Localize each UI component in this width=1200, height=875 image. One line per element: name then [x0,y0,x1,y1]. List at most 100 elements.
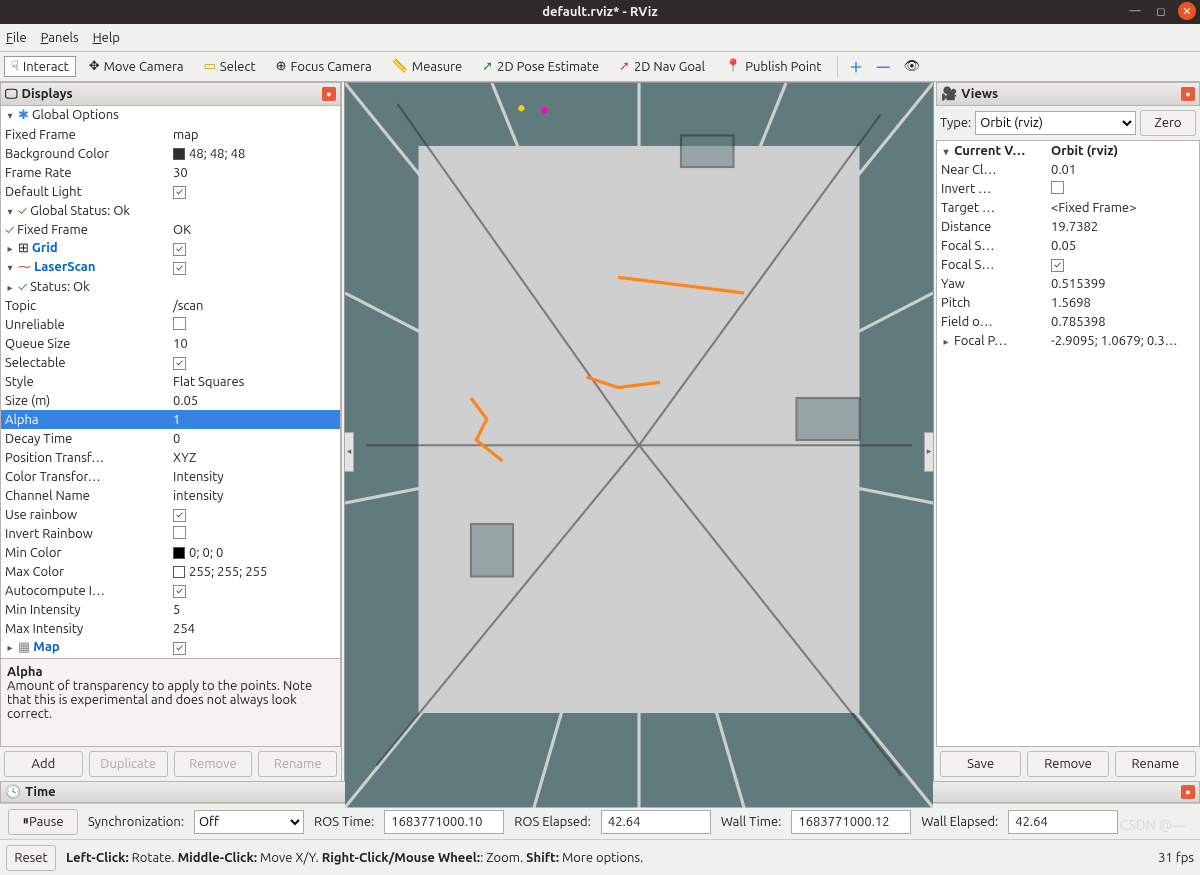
pointer-icon: ☟ [11,59,19,74]
size[interactable]: Size (m) [1,394,171,408]
views-tree[interactable]: ▾ Current V…Orbit (rviz) Near Cl…0.01 In… [936,140,1200,747]
displays-tree[interactable]: ▾ ✱ Global Options Fixed Framemap Backgr… [0,106,341,659]
window-titlebar: default.rviz* - RViz — ◻ ✕ [0,0,1200,24]
toolbar: ☟Interact ✥Move Camera ▭Select ⊕Focus Ca… [0,52,1200,82]
use-rainbow[interactable]: Use rainbow [1,508,171,522]
ros-elapsed-field[interactable]: 42.64 [601,810,711,834]
camera-icon: 🎥 [941,87,957,102]
checkbox[interactable] [173,262,186,275]
rename-button: Rename [258,751,337,777]
close-icon[interactable]: ● [1181,785,1195,799]
queue-size[interactable]: Queue Size [1,337,171,351]
autocompute[interactable]: Autocompute I… [1,584,171,598]
global-status[interactable]: Global Status: Ok [30,204,130,218]
max-color[interactable]: Max Color [1,565,171,579]
map-display[interactable]: Map [33,640,59,654]
menu-panels[interactable]: Panels [41,31,79,45]
focus-camera-button[interactable]: ⊕Focus Camera [269,56,379,77]
reset-button[interactable]: Reset [6,845,56,871]
select-button[interactable]: ▭Select [197,56,263,77]
duplicate-button: Duplicate [89,751,168,777]
checkbox[interactable] [1051,259,1064,272]
splitter-left[interactable]: ◂ [344,432,354,472]
displays-panel: 🖵 Displays ● ▾ ✱ Global Options Fixed Fr… [0,82,342,781]
displays-title[interactable]: 🖵 Displays ● [0,82,341,106]
ros-time-label: ROS Time: [314,815,374,829]
arrow-icon: ➚ [619,59,630,74]
add-button[interactable]: Add [4,751,83,777]
move-camera-button[interactable]: ✥Move Camera [82,56,191,77]
bg-color[interactable]: Background Color [1,147,171,161]
maximize-button[interactable]: ◻ [1152,2,1170,20]
grid-display[interactable]: Grid [32,241,58,255]
pos-transformer[interactable]: Position Transf… [1,451,171,465]
checkbox[interactable] [173,317,186,330]
min-color[interactable]: Min Color [1,546,171,560]
plus-icon[interactable]: ＋ [846,57,867,76]
render-viewport[interactable]: ◂ ▸ [344,82,934,781]
monitor-icon: 🖵 [5,87,18,102]
splitter-right[interactable]: ▸ [924,432,934,472]
status-fixed-frame[interactable]: Fixed Frame [17,223,88,237]
interact-button[interactable]: ☟Interact [4,56,76,77]
arrow-icon: ➚ [482,59,493,74]
selectable[interactable]: Selectable [1,356,171,370]
menubar: File Panels Help [0,24,1200,52]
checkbox[interactable] [173,357,186,370]
minus-icon[interactable]: — [873,60,894,74]
pose-estimate-button[interactable]: ➚2D Pose Estimate [475,56,606,77]
style[interactable]: Style [1,375,171,389]
color-transformer[interactable]: Color Transfor… [1,470,171,484]
close-icon[interactable]: ● [322,87,336,101]
sync-select[interactable]: Off [194,810,304,834]
min-intensity[interactable]: Min Intensity [1,603,171,617]
views-title[interactable]: 🎥 Views ● [936,82,1200,106]
rename-view-button[interactable]: Rename [1115,751,1196,777]
checkbox[interactable] [173,526,186,539]
measure-button[interactable]: 📏Measure [385,56,470,77]
checkbox[interactable] [173,642,186,655]
alpha-row: Alpha1 [1,410,340,429]
fixed-frame[interactable]: Fixed Frame [1,128,171,142]
publish-point-button[interactable]: 📍Publish Point [718,56,829,77]
decay-time[interactable]: Decay Time [1,432,171,446]
zero-button[interactable]: Zero [1140,110,1196,136]
close-button[interactable]: ✕ [1178,2,1196,20]
eye-icon[interactable]: 👁 [900,59,925,74]
max-intensity[interactable]: Max Intensity [1,622,171,636]
wall-time-field[interactable]: 1683771000.12 [791,810,911,834]
view-type-select[interactable]: Orbit (rviz) [975,111,1136,135]
close-icon[interactable]: ● [1181,87,1195,101]
laserscan-display[interactable]: LaserScan [34,260,95,274]
checkbox[interactable] [173,509,186,522]
checkbox[interactable] [173,585,186,598]
ros-time-field[interactable]: 1683771000.10 [384,810,504,834]
menu-file[interactable]: File [6,31,27,45]
laser-status[interactable]: Status: Ok [30,280,90,294]
sync-label: Synchronization: [88,815,184,829]
frame-rate[interactable]: Frame Rate [1,166,171,180]
unreliable[interactable]: Unreliable [1,318,171,332]
checkbox[interactable] [173,243,186,256]
checkbox[interactable] [1051,181,1064,194]
menu-help[interactable]: Help [93,31,120,45]
channel-name[interactable]: Channel Name [1,489,171,503]
window-title: default.rviz* - RViz [542,5,658,19]
topic[interactable]: Topic [1,299,171,313]
remove-view-button[interactable]: Remove [1027,751,1108,777]
save-view-button[interactable]: Save [940,751,1021,777]
invert-rainbow[interactable]: Invert Rainbow [1,527,171,541]
pause-button[interactable]: ⏸ Pause [8,809,78,835]
ros-elapsed-label: ROS Elapsed: [514,815,591,829]
global-options[interactable]: Global Options [32,108,119,122]
minimize-button[interactable]: — [1126,2,1144,20]
ruler-icon: 📏 [392,59,408,74]
wall-elapsed-field[interactable]: 42.64 [1008,810,1118,834]
pin-icon: 📍 [725,59,741,74]
type-label: Type: [940,116,971,130]
wall-elapsed-label: Wall Elapsed: [921,815,998,829]
nav-goal-button[interactable]: ➚2D Nav Goal [612,56,712,77]
default-light[interactable]: Default Light [1,185,171,199]
property-help: Alpha Amount of transparency to apply to… [0,659,341,747]
checkbox[interactable] [173,186,186,199]
